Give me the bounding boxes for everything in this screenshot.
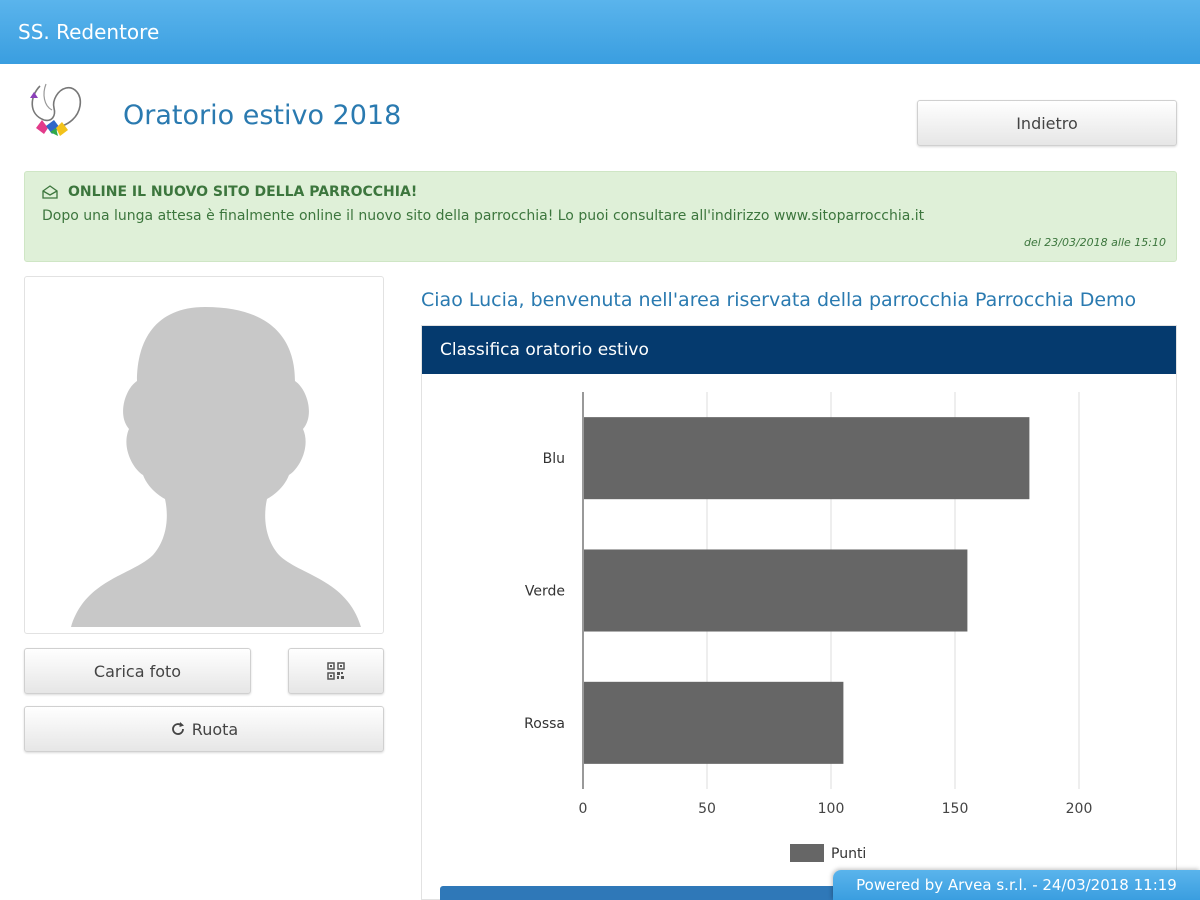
bar-blu — [584, 417, 1030, 500]
alert-body: Dopo una lunga attesa è finalmente onlin… — [42, 208, 925, 224]
upload-photo-button[interactable]: Carica foto — [24, 648, 251, 694]
page-title: Oratorio estivo 2018 — [123, 100, 402, 131]
x-tick-label: 200 — [1066, 801, 1093, 817]
bar-rossa — [584, 681, 844, 764]
news-alert: ONLINE IL NUOVO SITO DELLA PARROCCHIA! D… — [24, 171, 1177, 262]
category-label: Blu — [543, 451, 565, 467]
x-tick-label: 150 — [942, 801, 969, 817]
x-tick-label: 50 — [698, 801, 716, 817]
legend-label: Punti — [831, 846, 866, 862]
avatar-placeholder-icon — [71, 307, 361, 627]
qr-code-icon — [327, 662, 345, 680]
bar-verde — [584, 549, 968, 632]
welcome-message: Ciao Lucia, benvenuta nell'area riservat… — [421, 289, 1137, 311]
legend-swatch — [790, 844, 824, 862]
x-tick-label: 100 — [818, 801, 845, 817]
ranking-chart: 0 50 100 150 200 Blu Verde Rossa Punti — [524, 392, 1093, 862]
footer-badge: Powered by Arvea s.r.l. - 24/03/2018 11:… — [833, 870, 1200, 900]
x-tick-label: 0 — [579, 801, 588, 817]
rotate-label: Ruota — [191, 719, 239, 739]
rotate-icon — [171, 722, 184, 735]
category-label: Verde — [525, 584, 565, 600]
back-button[interactable]: Indietro — [917, 100, 1177, 146]
top-bar: SS. Redentore — [0, 0, 1200, 64]
panel-title: Classifica oratorio estivo — [422, 326, 1176, 374]
next-panel-header — [440, 886, 840, 900]
parish-logo — [30, 83, 82, 136]
profile-photo — [24, 276, 384, 634]
alert-title: ONLINE IL NUOVO SITO DELLA PARROCCHIA! — [68, 184, 418, 200]
envelope-open-icon — [42, 185, 58, 199]
app-title: SS. Redentore — [18, 20, 160, 44]
category-label: Rossa — [524, 716, 565, 732]
ranking-panel: Classifica oratorio estivo 0 50 100 150 200 B… — [421, 325, 1177, 900]
qr-code-button[interactable] — [288, 648, 384, 694]
rotate-photo-button[interactable]: Ruota — [24, 706, 384, 752]
alert-date: del 23/03/2018 alle 15:10 — [1023, 236, 1166, 249]
